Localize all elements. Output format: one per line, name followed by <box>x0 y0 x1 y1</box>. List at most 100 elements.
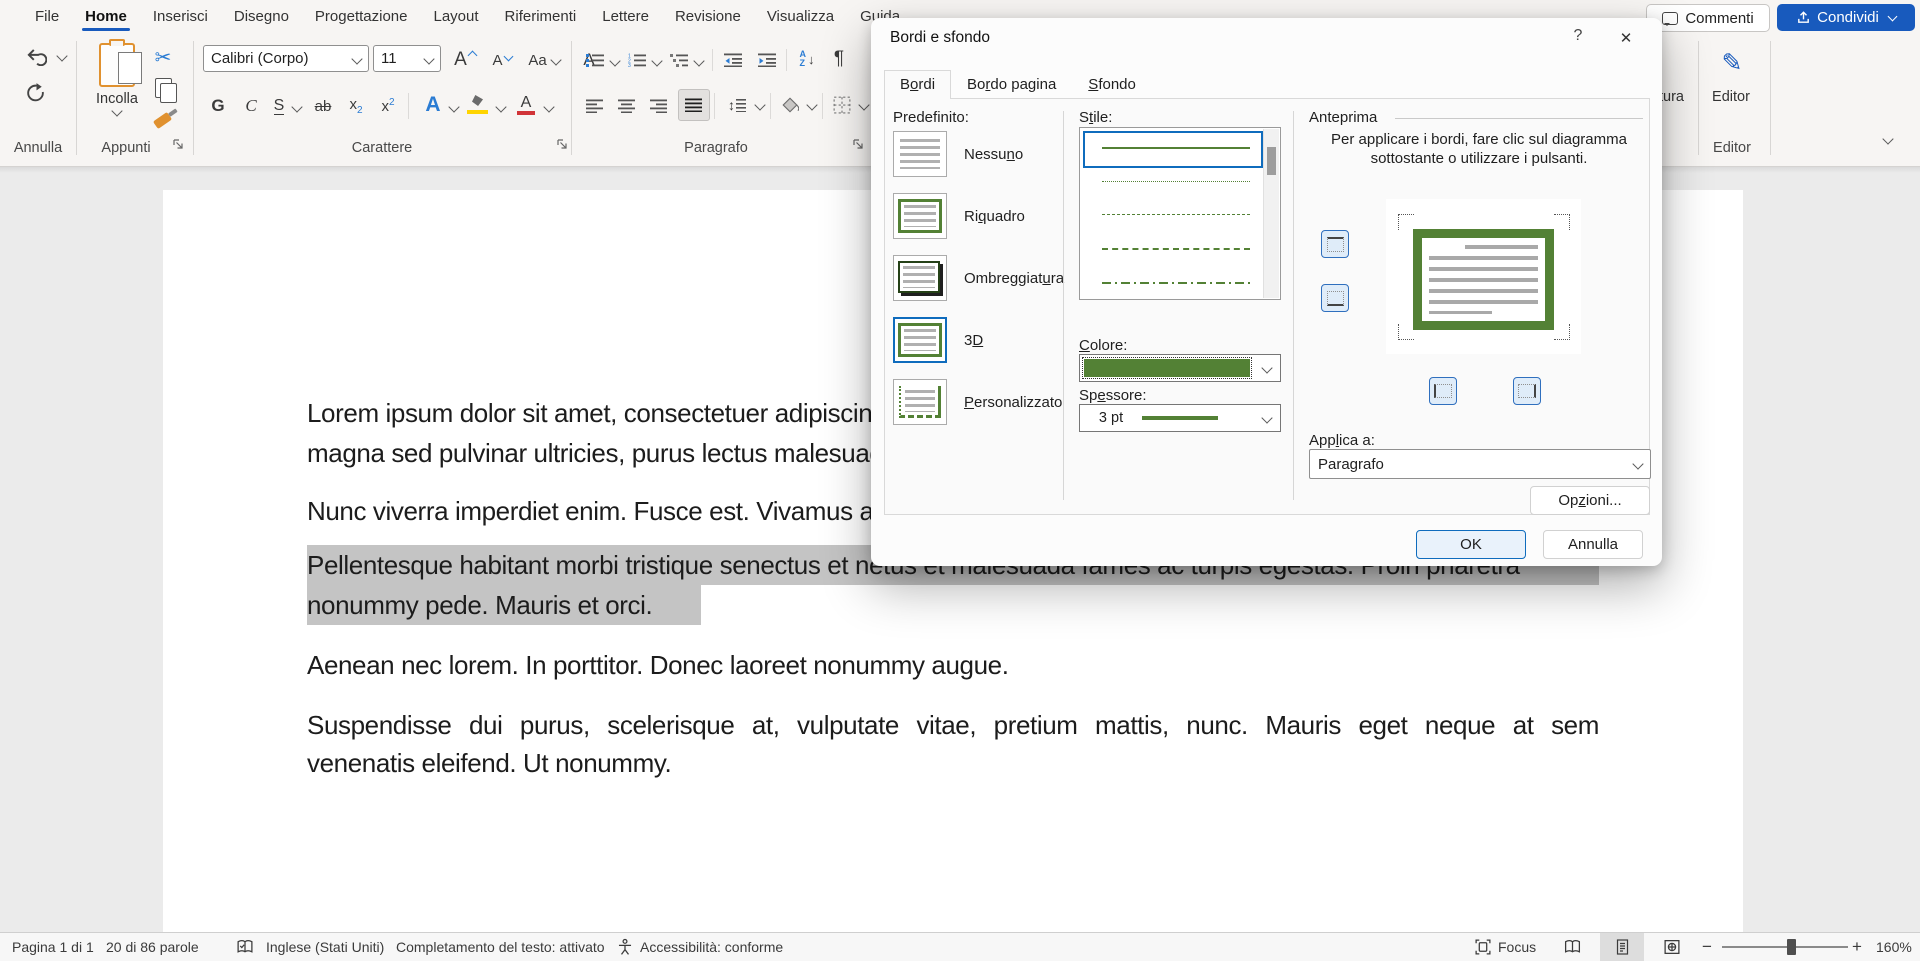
shrink-font-button[interactable]: A <box>486 47 518 73</box>
zoom-slider-thumb[interactable] <box>1787 939 1796 955</box>
preview-diagram[interactable] <box>1386 199 1581 354</box>
word-count[interactable]: 20 di 86 parole <box>106 933 199 961</box>
style-option-dotted[interactable] <box>1102 181 1250 182</box>
ok-button[interactable]: OK <box>1416 530 1526 559</box>
text-line[interactable]: venenatis eleifend. Ut nonummy. <box>307 743 671 783</box>
align-center-button[interactable] <box>614 93 640 119</box>
left-border-button[interactable] <box>1429 377 1457 405</box>
collapse-ribbon-chevron[interactable] <box>1882 133 1893 144</box>
menu-visualizza[interactable]: Visualizza <box>754 0 847 33</box>
color-select[interactable] <box>1079 354 1281 382</box>
setting-none-icon[interactable] <box>893 131 947 177</box>
bottom-border-button[interactable] <box>1321 284 1349 312</box>
accessibility-status[interactable]: Accessibilità: conforme <box>640 933 783 961</box>
bullet-list-button[interactable] <box>582 47 608 73</box>
style-option-solid[interactable] <box>1102 147 1250 149</box>
highlight-chevron[interactable] <box>495 101 506 112</box>
setting-3d-icon[interactable] <box>893 317 947 363</box>
dialog-help-button[interactable]: ? <box>1565 27 1591 51</box>
paragraph-dialog-launcher[interactable] <box>852 138 866 152</box>
zoom-in-button[interactable]: + <box>1852 933 1862 961</box>
menu-file[interactable]: File <box>22 0 72 33</box>
share-button[interactable]: Condividi <box>1777 4 1915 31</box>
menu-layout[interactable]: Layout <box>421 0 492 33</box>
tab-sfondo[interactable]: Sfondo <box>1072 70 1152 98</box>
web-layout-button[interactable] <box>1650 933 1694 961</box>
share-dropdown-chevron[interactable] <box>1887 12 1897 22</box>
menu-riferimenti[interactable]: Riferimenti <box>492 0 590 33</box>
underline-button[interactable]: S <box>268 93 290 119</box>
increase-indent-button[interactable] <box>752 47 782 73</box>
paste-dropdown-chevron[interactable] <box>111 105 122 116</box>
text-effects-chevron[interactable] <box>448 101 459 112</box>
borders-button[interactable] <box>828 91 856 119</box>
italic-button[interactable]: C <box>238 93 264 119</box>
scrollbar-thumb[interactable] <box>1267 147 1276 175</box>
highlight-button[interactable] <box>464 91 492 119</box>
setting-3d-label[interactable]: 3D <box>964 332 983 349</box>
clipboard-dialog-launcher[interactable] <box>172 138 186 152</box>
superscript-button[interactable]: x2 <box>374 93 402 119</box>
apply-to-select[interactable]: Paragrafo <box>1309 449 1651 479</box>
font-color-chevron[interactable] <box>543 101 554 112</box>
text-line-selected[interactable]: nonummy pede. Mauris et orci. <box>307 585 701 625</box>
font-color-button[interactable]: A <box>512 91 540 119</box>
numbered-list-button[interactable]: 123 <box>624 47 650 73</box>
language-indicator[interactable]: Inglese (Stati Uniti) <box>266 933 384 961</box>
setting-shadow-icon[interactable] <box>893 255 947 301</box>
editor-button-label[interactable]: Editor <box>1700 89 1762 105</box>
text-completion-indicator[interactable]: Completamento del testo: attivato <box>396 933 605 961</box>
sort-button[interactable]: AZ ↓ <box>792 45 822 73</box>
align-left-button[interactable] <box>582 93 608 119</box>
borders-chevron[interactable] <box>858 99 869 110</box>
print-layout-button[interactable] <box>1600 933 1644 961</box>
font-name-select[interactable]: Calibri (Corpo) <box>203 45 369 72</box>
text-line[interactable]: Suspendisse dui purus, scelerisque at, v… <box>307 705 1599 745</box>
line-spacing-chevron[interactable] <box>754 99 765 110</box>
align-right-button[interactable] <box>646 93 672 119</box>
setting-none-label[interactable]: Nessuno <box>964 146 1023 163</box>
line-spacing-button[interactable]: ↕ <box>722 91 752 119</box>
style-option-dashed[interactable] <box>1102 248 1250 250</box>
shading-button[interactable] <box>776 91 804 119</box>
subscript-button[interactable]: x2 <box>342 93 370 119</box>
change-case-button[interactable]: Aa <box>524 47 564 73</box>
right-border-button[interactable] <box>1513 377 1541 405</box>
font-dialog-launcher[interactable] <box>556 138 570 152</box>
preview-border-box[interactable] <box>1413 229 1554 330</box>
show-formatting-button[interactable]: ¶ <box>826 45 852 73</box>
shading-chevron[interactable] <box>806 99 817 110</box>
setting-custom-icon[interactable] <box>893 379 947 425</box>
zoom-slider-track[interactable] <box>1722 946 1848 948</box>
font-size-select[interactable]: 11 <box>373 45 441 72</box>
undo-menu-chevron[interactable] <box>56 50 67 61</box>
width-select[interactable]: 3 pt <box>1079 404 1281 432</box>
zoom-level[interactable]: 160% <box>1876 933 1912 961</box>
bold-button[interactable]: G <box>205 93 231 119</box>
multilevel-list-button[interactable] <box>666 47 692 73</box>
format-painter-button[interactable] <box>148 107 176 133</box>
text-line[interactable]: Aenean nec lorem. In porttitor. Donec la… <box>307 645 1009 685</box>
style-scrollbar[interactable] <box>1263 129 1279 298</box>
style-option-dash-dot[interactable] <box>1102 282 1250 284</box>
copy-button[interactable] <box>150 75 176 101</box>
setting-box-icon[interactable] <box>893 193 947 239</box>
text-line[interactable]: Nunc viverra imperdiet enim. Fusce est. … <box>307 491 946 531</box>
menu-progettazione[interactable]: Progettazione <box>302 0 421 33</box>
menu-inserisci[interactable]: Inserisci <box>140 0 221 33</box>
undo-button[interactable] <box>20 41 52 71</box>
menu-disegno[interactable]: Disegno <box>221 0 302 33</box>
style-option-dashed-fine[interactable] <box>1102 214 1250 215</box>
grow-font-button[interactable]: A <box>448 47 482 73</box>
dialog-close-button[interactable]: ✕ <box>1609 24 1643 52</box>
top-border-button[interactable] <box>1321 230 1349 258</box>
menu-lettere[interactable]: Lettere <box>589 0 662 33</box>
cancel-button[interactable]: Annulla <box>1543 530 1643 559</box>
zoom-out-button[interactable]: − <box>1702 933 1712 961</box>
menu-revisione[interactable]: Revisione <box>662 0 754 33</box>
decrease-indent-button[interactable] <box>718 47 748 73</box>
style-listbox[interactable] <box>1079 127 1281 300</box>
setting-custom-label[interactable]: Personalizzato <box>964 394 1062 411</box>
redo-button[interactable] <box>20 77 52 107</box>
options-button[interactable]: Opzioni... <box>1530 486 1650 515</box>
